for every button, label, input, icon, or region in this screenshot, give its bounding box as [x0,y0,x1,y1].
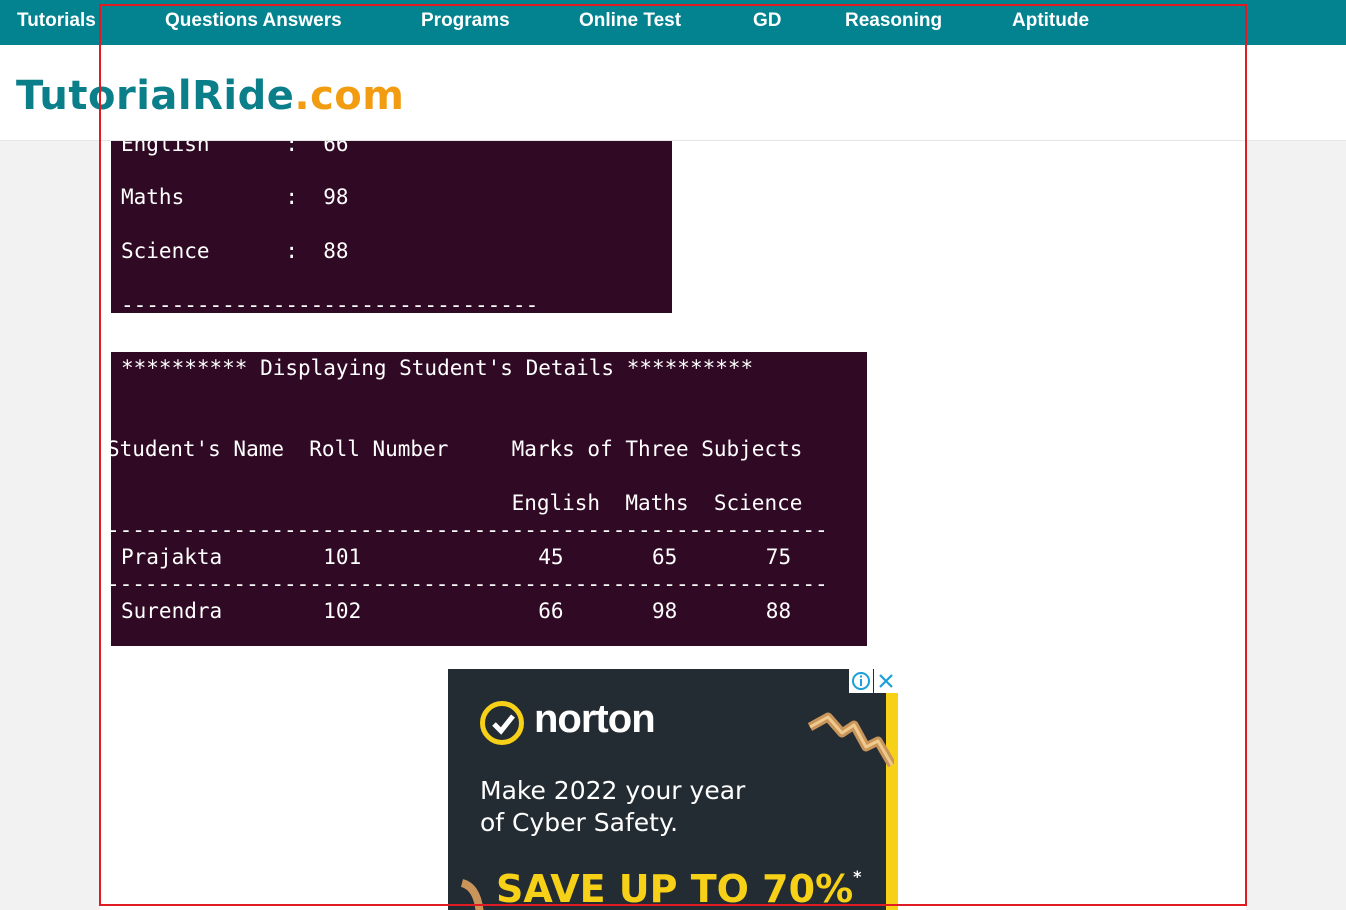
ad-offer-asterisk: * [853,867,862,886]
terminal-output-student-details: ********** Displaying Student's Details … [111,352,867,646]
nav-item-programs[interactable]: Programs [421,10,510,32]
terminal-separator: ----------------------------------------… [111,572,828,596]
nav-item-tutorials[interactable]: Tutorials [17,10,96,32]
site-header: TutorialRide.com [0,45,1346,141]
terminal-separator: ----------------------------------------… [111,518,828,542]
norton-advertisement[interactable]: norton Make 2022 your year of Cyber Safe… [448,669,898,910]
nav-item-gd[interactable]: GD [753,10,782,32]
ad-tagline-line: Make 2022 your year [480,776,746,805]
nav-item-reasoning[interactable]: Reasoning [845,10,942,32]
nav-item-online-test[interactable]: Online Test [579,10,681,32]
ad-tagline-line: of Cyber Safety. [480,808,679,837]
top-navigation: Tutorials Questions Answers Programs Onl… [0,0,1346,45]
ad-offer: SAVE UP TO 70%* [496,867,862,910]
terminal-output-marks: English : 66 Maths : 98 Science : 88 ---… [111,130,672,313]
terminal-line: Science : 88 [121,239,349,263]
info-icon[interactable] [849,669,873,693]
nav-item-aptitude[interactable]: Aptitude [1012,10,1089,32]
ad-tagline: Make 2022 your year of Cyber Safety. [480,775,745,839]
close-icon[interactable] [874,669,898,693]
logo-text-main: TutorialRide [16,73,295,119]
terminal-table-header: Student's Name Roll Number Marks of Thre… [111,437,803,461]
nav-item-questions-answers[interactable]: Questions Answers [165,10,342,32]
terminal-table-row: Surendra 102 66 98 88 [121,599,792,623]
logo-text-domain: .com [294,73,405,119]
ad-brand-name: norton [534,697,656,741]
terminal-banner: ********** Displaying Student's Details … [121,356,754,380]
ribbon-decoration-icon [808,712,894,768]
ad-offer-text: SAVE UP TO 70% [496,867,854,910]
terminal-table-row: Prajakta 101 45 65 75 [121,545,792,569]
terminal-line: Maths : 98 [121,185,349,209]
norton-checkmark-icon [480,701,524,745]
terminal-table-subheader: English Maths Science [111,491,803,515]
terminal-line: --------------------------------- [121,293,539,313]
ribbon-curl-icon [460,879,484,910]
site-logo[interactable]: TutorialRide.com [16,73,404,119]
